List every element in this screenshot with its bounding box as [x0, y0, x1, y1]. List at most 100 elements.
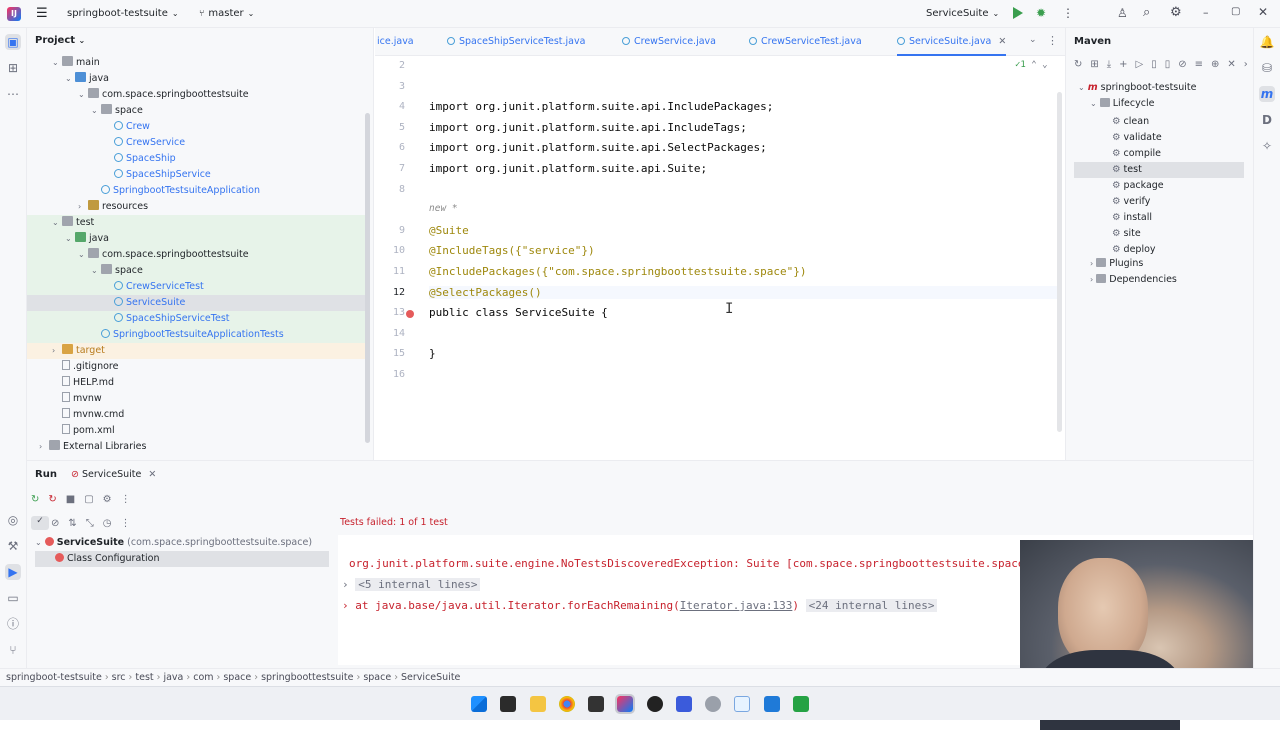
tree-item[interactable]: SpringbootTestsuiteApplication — [27, 183, 365, 199]
breadcrumb-item[interactable]: java — [163, 672, 183, 683]
expand-arrow-icon[interactable]: ⌄ — [65, 71, 75, 87]
expand-arrow-icon[interactable]: ⌄ — [91, 263, 101, 279]
tree-item[interactable]: ⌄ com.space.springboottestsuite — [27, 87, 365, 103]
notifications-icon[interactable]: 🔔 — [1259, 34, 1275, 50]
breadcrumb-item[interactable]: space — [223, 672, 251, 683]
intellij-icon[interactable] — [615, 694, 635, 714]
maven-goal-test[interactable]: ⚙ test — [1074, 162, 1244, 178]
breadcrumb-item[interactable]: src — [112, 672, 126, 683]
tree-item[interactable]: mvnw.cmd — [27, 407, 365, 423]
inspection-widget[interactable]: ✓1 ⌃ ⌄ — [1015, 60, 1048, 70]
expand-arrow-icon[interactable]: ⌄ — [52, 215, 62, 231]
close-icon[interactable]: ✕ — [1258, 5, 1268, 19]
maven-goal-verify[interactable]: ⚙ verify — [1074, 194, 1244, 210]
tree-item[interactable]: SpaceShipService — [27, 167, 365, 183]
problems-icon[interactable]: ⓘ — [5, 616, 21, 632]
chat-app-icon[interactable] — [793, 696, 809, 712]
terminal-app-icon[interactable] — [588, 696, 604, 712]
expand-arrow-icon[interactable]: › — [39, 439, 49, 455]
debug-icon[interactable]: ✹ — [1036, 6, 1046, 20]
breadcrumb-item[interactable]: space — [363, 672, 391, 683]
expand-arrow-icon[interactable]: ⌄ — [78, 247, 88, 263]
database-icon[interactable]: ⛁ — [1259, 60, 1275, 76]
tree-item[interactable]: ⌄ com.space.springboottestsuite — [27, 247, 365, 263]
build-icon[interactable]: ⚒ — [5, 538, 21, 554]
d-tool-icon[interactable]: D — [1259, 112, 1275, 128]
add-user-icon[interactable]: ♙ — [1117, 6, 1128, 20]
show-passed-icon[interactable]: ✓ — [31, 516, 49, 530]
tree-item[interactable]: CrewServiceTest — [27, 279, 365, 295]
ai-assistant-icon[interactable]: ✧ — [1259, 138, 1275, 154]
maximize-icon[interactable]: ▢ — [1231, 6, 1240, 17]
project-switcher[interactable]: springboot-testsuite ⌄ — [67, 8, 179, 19]
expand-arrow-icon[interactable]: › — [52, 343, 62, 359]
tree-item[interactable]: › resources — [27, 199, 365, 215]
editor-scrollbar[interactable] — [1057, 92, 1062, 432]
tree-item[interactable]: ServiceSuite — [27, 295, 365, 311]
tree-item[interactable]: HELP.md — [27, 375, 365, 391]
dependencies-node[interactable]: › Dependencies — [1090, 274, 1177, 285]
tab-servicesuite[interactable]: ServiceSuite.java ✕ — [897, 28, 1007, 56]
more-tools-icon[interactable]: ⋯ — [5, 86, 21, 102]
test-tree-child[interactable]: Class Configuration — [35, 551, 329, 567]
run-gutter-icon[interactable] — [406, 310, 414, 318]
vscode-icon[interactable] — [764, 696, 780, 712]
tree-item[interactable]: pom.xml — [27, 423, 365, 439]
tree-item[interactable]: › target — [27, 343, 365, 359]
gear-app-icon[interactable] — [705, 696, 721, 712]
maven-goal-deploy[interactable]: ⚙ deploy — [1074, 242, 1244, 258]
stack-link[interactable]: Iterator.java:133 — [680, 599, 793, 612]
tab-spaceshipservicetest[interactable]: SpaceShipServiceTest.java — [447, 28, 585, 56]
console-internal-lines[interactable]: › <5 internal lines> — [342, 578, 481, 591]
tree-item[interactable]: CrewService — [27, 135, 365, 151]
project-panel-title[interactable]: Project ⌄ — [35, 35, 85, 46]
test-tree-toolbar[interactable]: ⊘⇅⤡◷⋮ — [51, 518, 139, 529]
tree-item[interactable]: ⌄ space — [27, 103, 365, 119]
project-scrollbar[interactable] — [365, 113, 370, 443]
tree-item[interactable]: .gitignore — [27, 359, 365, 375]
expand-arrow-icon[interactable]: ⌄ — [78, 87, 88, 103]
maven-goal-site[interactable]: ⚙ site — [1074, 226, 1244, 242]
lifecycle-node[interactable]: ⌄ Lifecycle — [1090, 98, 1154, 109]
tree-item[interactable]: ⌄ java — [27, 231, 365, 247]
maven-goal-install[interactable]: ⚙ install — [1074, 210, 1244, 226]
settings-icon[interactable]: ⚙ — [1170, 5, 1182, 20]
tree-item[interactable]: ⌄ main — [27, 55, 365, 71]
tree-item[interactable]: SpringbootTestsuiteApplicationTests — [27, 327, 365, 343]
tabs-more-icon[interactable]: ⋮ — [1047, 34, 1058, 47]
close-tab-icon[interactable]: ✕ — [148, 469, 156, 480]
test-tree-root[interactable]: ⌄ ServiceSuite (com.space.springboottest… — [35, 535, 329, 551]
tree-item[interactable]: SpaceShip — [27, 151, 365, 167]
chrome-icon[interactable] — [559, 696, 575, 712]
code-editor[interactable]: ✓1 ⌃ ⌄ 2 3 4 import org.junit.platform.suit… — [375, 56, 1065, 460]
tree-item[interactable]: mvnw — [27, 391, 365, 407]
breadcrumb-item[interactable]: ServiceSuite — [401, 672, 460, 683]
run-icon[interactable] — [1013, 7, 1023, 19]
tree-item[interactable]: ⌄ java — [27, 71, 365, 87]
breadcrumb-item[interactable]: com — [193, 672, 213, 683]
maven-goal-compile[interactable]: ⚙ compile — [1074, 146, 1244, 162]
main-menu-icon[interactable]: ☰ — [36, 7, 48, 20]
task-view-icon[interactable] — [500, 696, 516, 712]
breadcrumb-item[interactable]: test — [135, 672, 153, 683]
maven-goal-validate[interactable]: ⚙ validate — [1074, 130, 1244, 146]
tree-item[interactable]: ⌄ test — [27, 215, 365, 231]
search-icon[interactable]: ⌕ — [1143, 5, 1150, 20]
maven-goal-clean[interactable]: ⚙ clean — [1074, 114, 1244, 130]
structure-tool-icon[interactable]: ⊞ — [5, 60, 21, 76]
tree-item[interactable]: › External Libraries — [27, 439, 365, 455]
plugins-node[interactable]: › Plugins — [1090, 258, 1143, 269]
maven-project-node[interactable]: ⌄ m springboot-testsuite — [1078, 82, 1196, 93]
run-toolbar[interactable]: ↻↻■▢⚙⋮ — [31, 494, 140, 505]
tabs-dropdown-icon[interactable]: ⌄ — [1029, 35, 1037, 45]
terminal-icon[interactable]: ▭ — [5, 590, 21, 606]
services-icon[interactable]: ◎ — [5, 512, 21, 528]
expand-arrow-icon[interactable]: › — [78, 199, 88, 215]
run-config-select[interactable]: ServiceSuite ⌄ — [926, 8, 999, 19]
git-icon[interactable]: ⑂ — [5, 642, 21, 658]
app-logo-icon[interactable]: IJ — [7, 7, 21, 21]
tab-crewservice[interactable]: CrewService.java — [622, 28, 716, 56]
tree-item[interactable]: SpaceShipServiceTest — [27, 311, 365, 327]
tree-item[interactable]: ⌄ space — [27, 263, 365, 279]
save-app-icon[interactable] — [676, 696, 692, 712]
